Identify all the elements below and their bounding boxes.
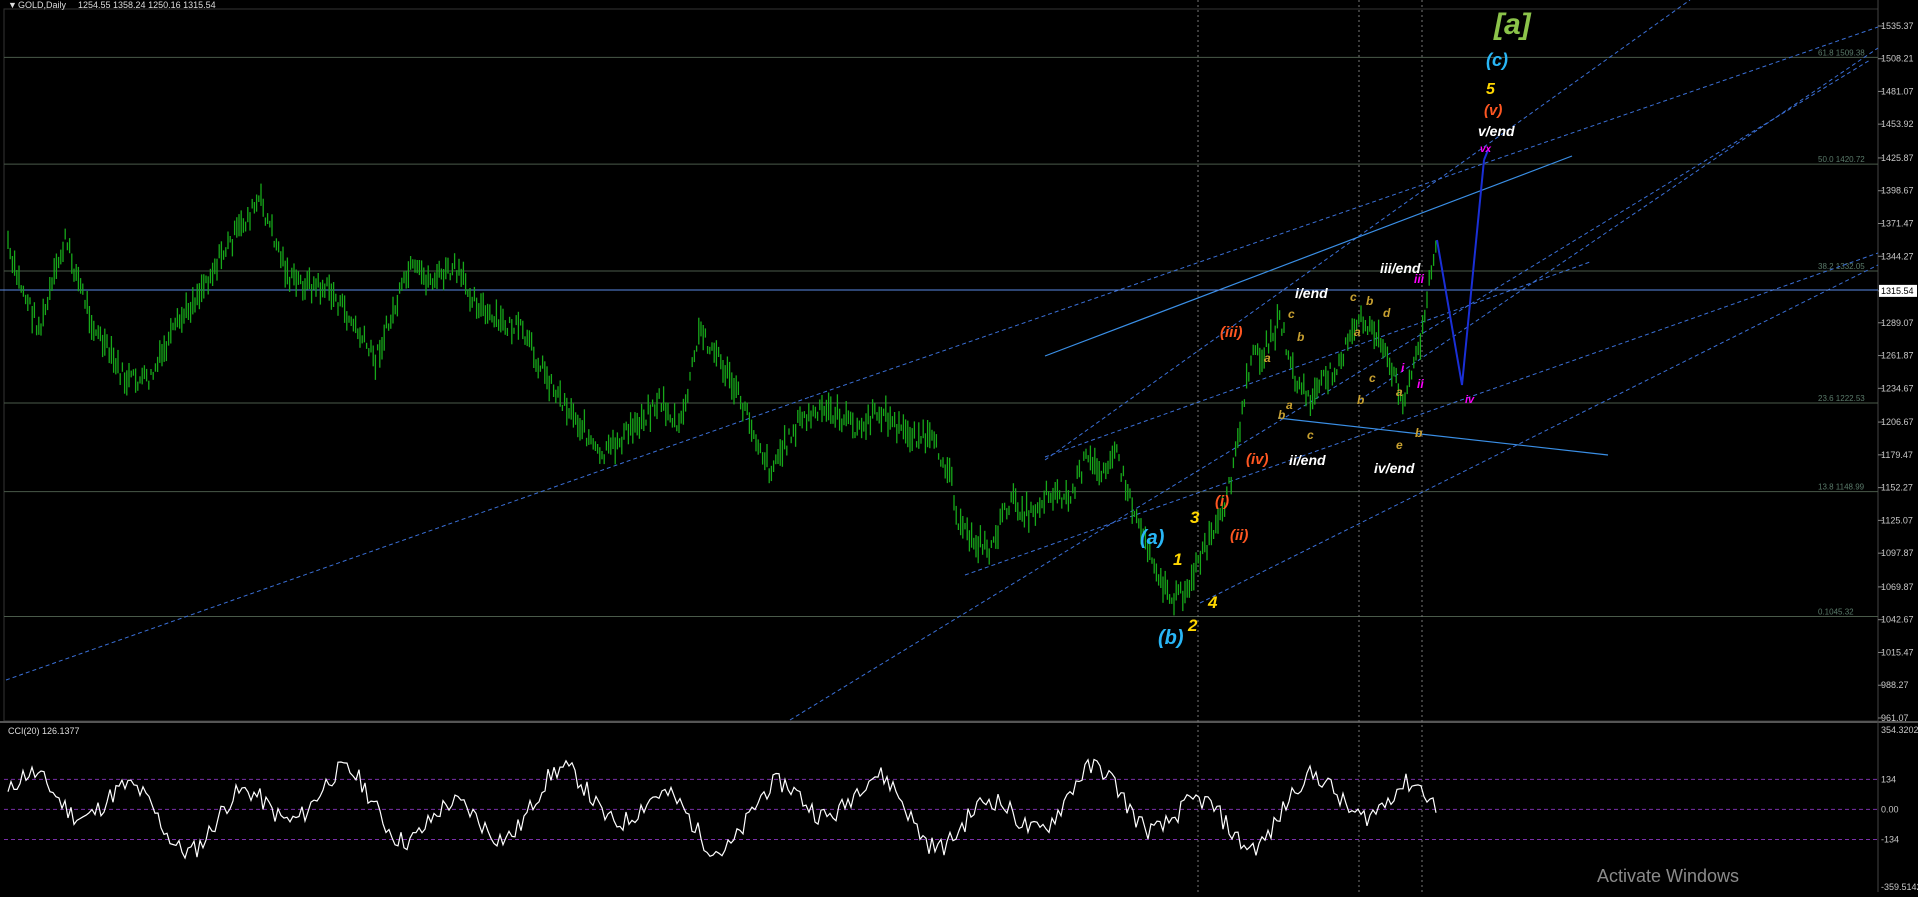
fib-level-label: 0.1045.32 bbox=[1818, 607, 1854, 616]
price-tick-label: 1069.87 bbox=[1881, 582, 1914, 592]
wave-label: (iii) bbox=[1220, 324, 1243, 341]
wave-label: (i) bbox=[1215, 493, 1229, 510]
wave-label: b bbox=[1415, 426, 1422, 440]
cci-tick-label: 134 bbox=[1881, 774, 1896, 784]
cci-tick-label: 354.3202 bbox=[1881, 725, 1918, 735]
wave-label: (ii) bbox=[1230, 527, 1248, 544]
wave-label: a bbox=[1286, 398, 1293, 412]
wave-label: d bbox=[1383, 306, 1391, 320]
cci-tick-label: 0.00 bbox=[1881, 804, 1899, 814]
chart-svg[interactable]: ▼ GOLD,Daily 1254.55 1358.24 1250.16 131… bbox=[0, 0, 1918, 892]
wave-label: b bbox=[1366, 294, 1373, 308]
menu-arrow-icon[interactable]: ▼ bbox=[8, 0, 17, 10]
wave-label: vx bbox=[1480, 144, 1492, 155]
price-tick-label: 1152.27 bbox=[1881, 483, 1913, 493]
cci-tick-label: -134 bbox=[1881, 834, 1899, 844]
wave-label: (b) bbox=[1158, 627, 1184, 649]
wave-label: (a) bbox=[1140, 527, 1165, 549]
wave-label: i/end bbox=[1295, 285, 1328, 301]
price-tick-label: 1289.07 bbox=[1881, 318, 1914, 328]
price-tick-label: 1315.54 bbox=[1881, 286, 1914, 296]
price-tick-label: 1015.47 bbox=[1881, 647, 1914, 657]
cci-tick-label: -359.5142 bbox=[1881, 882, 1918, 892]
price-tick-label: 961.07 bbox=[1881, 713, 1909, 723]
price-tick-label: 1125.07 bbox=[1881, 515, 1913, 525]
wave-label: b bbox=[1278, 408, 1285, 422]
price-tick-label: 1535.37 bbox=[1881, 21, 1914, 31]
price-tick-label: 1371.47 bbox=[1881, 218, 1914, 228]
wave-label: b bbox=[1357, 393, 1364, 407]
price-tick-label: 1453.92 bbox=[1881, 119, 1914, 129]
wave-label: (v) bbox=[1484, 102, 1502, 119]
chart-background bbox=[0, 0, 1918, 892]
wave-label: iii bbox=[1414, 272, 1425, 286]
price-tick-label: 1206.67 bbox=[1881, 417, 1914, 427]
wave-label: a bbox=[1396, 385, 1403, 399]
wave-label: 2 bbox=[1187, 616, 1198, 635]
price-tick-label: 1481.07 bbox=[1881, 86, 1914, 96]
price-tick-label: 1398.67 bbox=[1881, 186, 1914, 196]
wave-label: b bbox=[1297, 330, 1304, 344]
wave-label: 1 bbox=[1173, 550, 1182, 569]
wave-label: (iv) bbox=[1246, 451, 1269, 468]
wave-label: v/end bbox=[1478, 123, 1515, 139]
fib-level-label: 61.8 1509.38 bbox=[1818, 48, 1865, 57]
fib-level-label: 38.2 1332.05 bbox=[1818, 262, 1865, 271]
price-tick-label: 1042.67 bbox=[1881, 615, 1914, 625]
fib-level-label: 23.6 1222.53 bbox=[1818, 394, 1865, 403]
price-tick-label: 1234.67 bbox=[1881, 383, 1914, 393]
cci-title: CCI(20) 126.1377 bbox=[8, 726, 80, 736]
wave-label: a bbox=[1264, 351, 1271, 365]
wave-label: ii bbox=[1417, 377, 1424, 391]
wave-label: c bbox=[1288, 307, 1295, 321]
ohlc-readout: 1254.55 1358.24 1250.16 1315.54 bbox=[78, 0, 216, 10]
wave-label: 3 bbox=[1190, 508, 1200, 527]
wave-label: 5 bbox=[1486, 81, 1496, 98]
fib-level-label: 13.8 1148.99 bbox=[1818, 483, 1865, 492]
wave-label: [a] bbox=[1493, 8, 1532, 41]
wave-label: c bbox=[1307, 428, 1314, 442]
wave-label: a bbox=[1354, 325, 1361, 339]
wave-label: 4 bbox=[1207, 593, 1218, 612]
fib-level-label: 50.0 1420.72 bbox=[1818, 155, 1865, 164]
wave-label: iv bbox=[1465, 394, 1475, 406]
wave-label: (c) bbox=[1486, 50, 1508, 70]
wave-label: c bbox=[1350, 290, 1357, 304]
activate-windows-watermark: Activate Windows bbox=[1597, 866, 1740, 886]
price-tick-label: 1261.87 bbox=[1881, 351, 1914, 361]
price-tick-label: 988.27 bbox=[1881, 680, 1909, 690]
chart-window[interactable]: ▼ GOLD,Daily 1254.55 1358.24 1250.16 131… bbox=[0, 0, 1918, 892]
symbol-title: GOLD,Daily bbox=[18, 0, 67, 10]
price-tick-label: 1179.47 bbox=[1881, 450, 1913, 460]
wave-label: e bbox=[1396, 438, 1403, 452]
price-tick-label: 1425.87 bbox=[1881, 153, 1914, 163]
price-tick-label: 1344.27 bbox=[1881, 251, 1914, 261]
price-tick-label: 1508.21 bbox=[1881, 54, 1914, 64]
wave-label: ii/end bbox=[1289, 452, 1326, 468]
price-tick-label: 1097.87 bbox=[1881, 548, 1914, 558]
wave-label: iv/end bbox=[1374, 460, 1415, 476]
wave-label: c bbox=[1369, 371, 1376, 385]
